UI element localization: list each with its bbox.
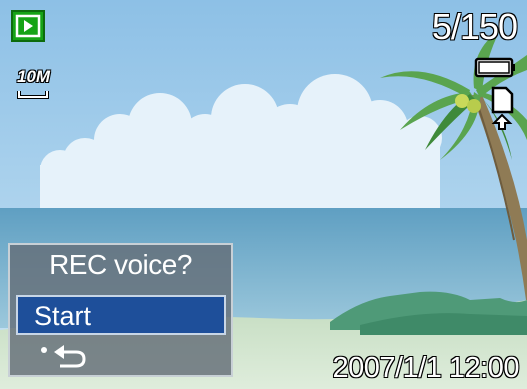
resolution-indicator: 10M	[16, 66, 51, 100]
playback-icon	[11, 10, 45, 42]
camera-screen: 5/150 10M 2007/1/1 12:00 REC voice? Star…	[0, 0, 527, 389]
memory-card-icon	[491, 86, 514, 130]
back-return-icon	[41, 345, 86, 368]
start-option[interactable]: Start	[16, 295, 226, 335]
battery-icon	[474, 57, 515, 78]
rec-voice-title: REC voice?	[49, 249, 192, 280]
rec-voice-menu: REC voice? Start	[8, 243, 233, 377]
start-option-label: Start	[34, 301, 92, 331]
timestamp: 2007/1/1 12:00	[332, 351, 520, 384]
back-option[interactable]	[16, 339, 226, 371]
image-counter: 5/150	[431, 5, 518, 47]
